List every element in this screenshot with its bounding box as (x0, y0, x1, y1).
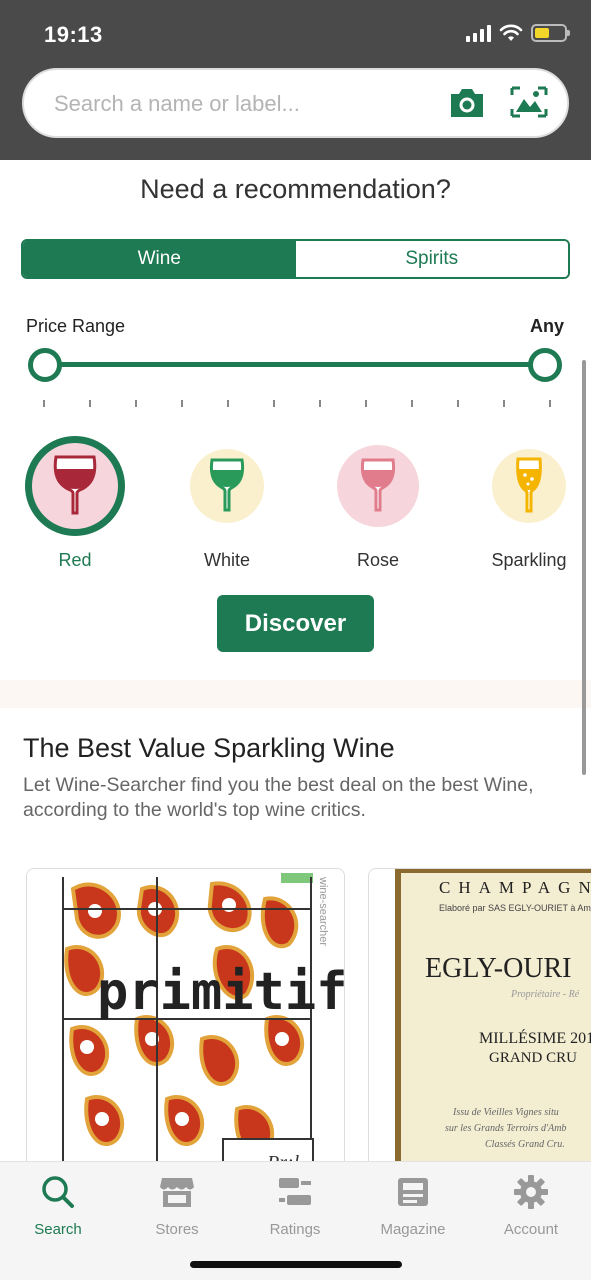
magazine-icon (398, 1178, 428, 1206)
recommendation-title: Need a recommendation? (140, 174, 451, 204)
nav-label: Stores (155, 1221, 199, 1238)
card-note3: Classés Grand Cru. (485, 1139, 565, 1150)
top-bar: 19:13 Search a name or label... (0, 0, 591, 160)
search-icon (42, 1176, 74, 1208)
tab-spirits[interactable]: Spirits (295, 241, 568, 277)
nav-label: Magazine (380, 1221, 446, 1238)
discover-button[interactable]: Discover (217, 595, 374, 652)
signal-icon (466, 24, 491, 42)
nav-search[interactable]: Search (3, 1172, 113, 1238)
sparkling-wine-icon (492, 449, 566, 523)
price-slider-track[interactable] (45, 362, 545, 367)
card-line1: CHAMPAGN (439, 878, 591, 897)
status-icons (466, 24, 570, 42)
wine-type-white[interactable]: White (172, 436, 282, 571)
home-indicator (190, 1261, 402, 1268)
white-wine-icon (190, 449, 264, 523)
nav-magazine[interactable]: Magazine (358, 1172, 468, 1238)
gear-icon (514, 1175, 548, 1209)
card-cru: GRAND CRU (489, 1050, 577, 1066)
battery-icon (531, 24, 570, 42)
status-time: 19:13 (44, 22, 103, 47)
scrollbar[interactable] (582, 360, 586, 775)
card-sub: Propriétaire - Ré (510, 989, 580, 1000)
wine-label-image: CHAMPAGN Elaboré par SAS EGLY-OURIET à A… (395, 869, 591, 1167)
nav-label: Search (34, 1221, 82, 1238)
nav-account[interactable]: Account (476, 1172, 586, 1238)
wine-type-label: White (203, 550, 250, 570)
best-value-title: The Best Value Sparkling Wine (23, 733, 395, 763)
image-search-icon[interactable] (510, 84, 548, 120)
wine-card[interactable]: Pr:l primitif wine-searcher (26, 868, 345, 1168)
store-icon (160, 1178, 194, 1207)
price-slider-max-handle[interactable] (528, 348, 562, 382)
wine-spirits-toggle: Wine Spirits (21, 239, 570, 279)
search-bar[interactable]: Search a name or label... (22, 68, 569, 138)
wine-type-label: Rose (356, 550, 400, 570)
card-note2: sur les Grands Terroirs d'Amb (445, 1123, 566, 1134)
nav-ratings[interactable]: Ratings (240, 1172, 350, 1238)
best-value-description: Let Wine-Searcher find you the best deal… (23, 774, 534, 821)
nav-label: Account (503, 1221, 559, 1238)
section-divider (0, 680, 591, 708)
price-range-label: Price Range (26, 316, 126, 336)
card-vintage: MILLÉSIME 2012 (479, 1028, 591, 1047)
wine-type-label: Sparkling (491, 550, 567, 570)
wine-type-label: Red (58, 550, 92, 570)
ratings-icon (279, 1178, 311, 1205)
wine-type-rose[interactable]: Rose (323, 436, 433, 571)
nav-label: Ratings (269, 1221, 321, 1238)
card-side-text: wine-searcher (317, 876, 329, 946)
search-input[interactable]: Search a name or label... (54, 91, 300, 117)
wine-type-sparkling[interactable]: Sparkling (474, 436, 584, 571)
nav-stores[interactable]: Stores (122, 1172, 232, 1238)
rose-wine-icon (337, 445, 419, 527)
red-wine-icon (25, 436, 125, 536)
card-brand: EGLY-OURI (425, 953, 572, 984)
tab-wine[interactable]: Wine (23, 241, 296, 277)
card-note1: Issu de Vieilles Vignes situ (452, 1107, 559, 1118)
card-label-text: primitif (97, 962, 345, 1022)
price-slider-min-handle[interactable] (28, 348, 62, 382)
wine-label-image: Pr:l primitif wine-searcher (62, 873, 345, 1167)
camera-icon[interactable] (448, 86, 486, 120)
wine-type-red[interactable]: Red (20, 436, 130, 571)
price-range-value: Any (529, 316, 564, 336)
wifi-icon (499, 24, 523, 41)
wine-card[interactable]: CHAMPAGN Elaboré par SAS EGLY-OURIET à A… (368, 868, 591, 1168)
card-line2: Elaboré par SAS EGLY-OURIET à Ambonnay (439, 903, 591, 913)
